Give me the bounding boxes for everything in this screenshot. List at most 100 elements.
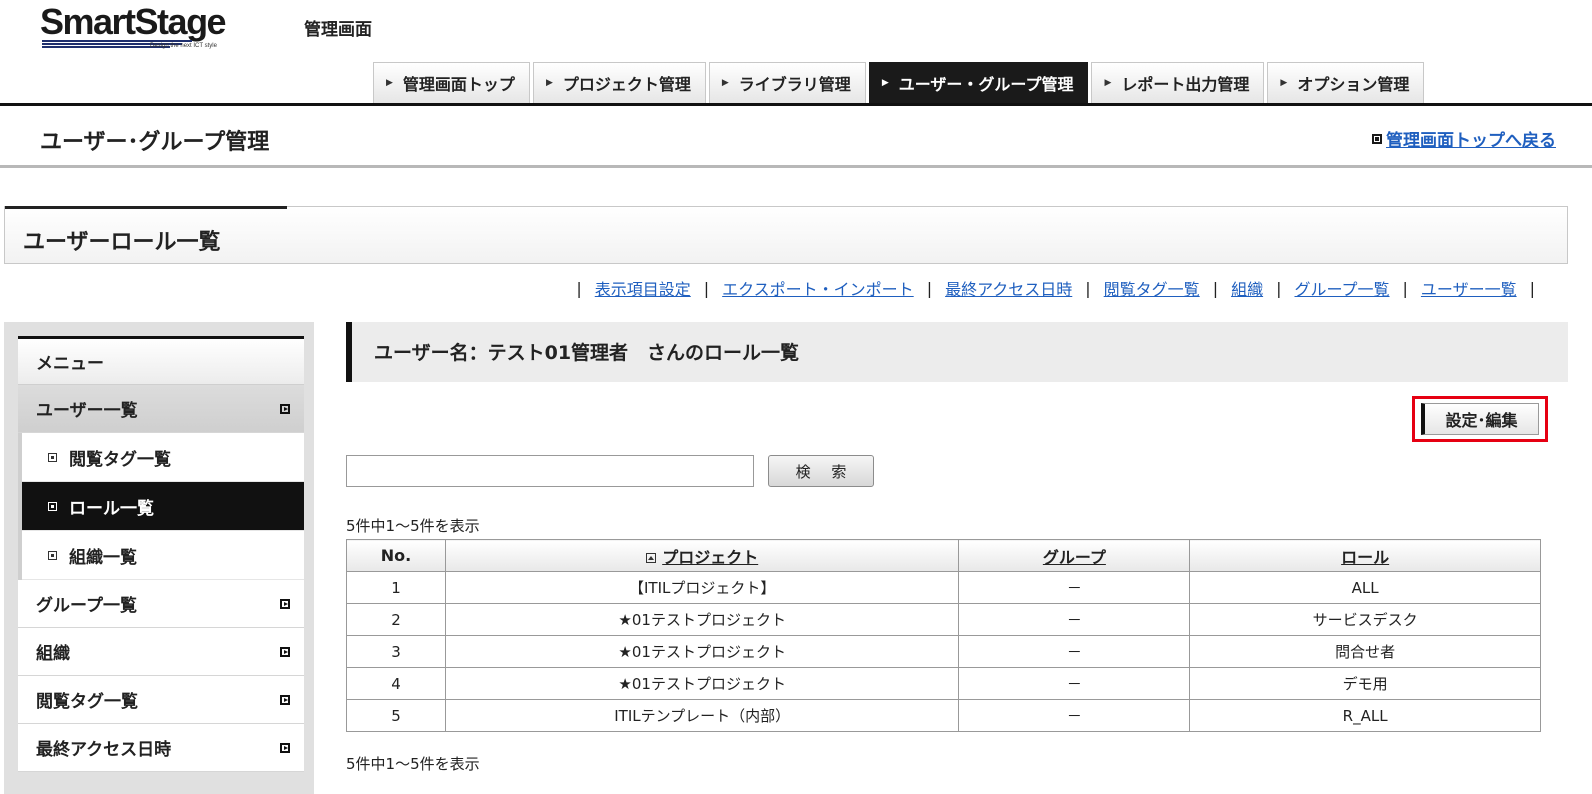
cell-role: R_ALL bbox=[1189, 699, 1541, 732]
link-separator: | bbox=[1529, 278, 1535, 298]
sidebar-item-label: ユーザー一覧 bbox=[36, 401, 138, 421]
link-organization[interactable]: 組織 bbox=[1231, 276, 1263, 300]
gnav-project-management[interactable]: ▶ プロジェクト管理 bbox=[532, 62, 706, 103]
link-view-tags[interactable]: 閲覧タグ一覧 bbox=[1104, 276, 1200, 300]
cell-project: ITILテンプレート（内部） bbox=[444, 699, 960, 732]
global-nav: ▶ 管理画面トップ ▶ プロジェクト管理 ▶ ライブラリ管理 ▶ ユーザー・グル… bbox=[373, 62, 1427, 103]
smartstage-logo[interactable]: SmartStage Design the next ICT style bbox=[40, 2, 240, 54]
cell-group: － bbox=[958, 603, 1191, 636]
sidebar-subitem-role-list[interactable]: ロール一覧 bbox=[22, 482, 304, 531]
sidebar-item-label: 閲覧タグ一覧 bbox=[36, 692, 138, 712]
table-row: 5 ITILテンプレート（内部） － R_ALL bbox=[346, 699, 1541, 732]
square-bullet-icon bbox=[48, 501, 57, 511]
back-link-label: 管理画面トップへ戻る bbox=[1386, 131, 1556, 151]
link-separator: | bbox=[1212, 278, 1219, 298]
logo-text: SmartStage bbox=[40, 1, 227, 42]
arrow-right-box-icon bbox=[280, 403, 290, 414]
sort-ascending-icon bbox=[646, 553, 657, 563]
link-separator: | bbox=[1402, 278, 1408, 298]
column-header-label: グループ bbox=[1042, 547, 1106, 567]
sidebar-subitem-label: 組織一覧 bbox=[69, 547, 137, 568]
section-accent-bar bbox=[5, 206, 287, 209]
sidebar-item-group-list[interactable]: グループ一覧 bbox=[18, 580, 304, 628]
sidebar-item-last-access[interactable]: 最終アクセス日時 bbox=[18, 724, 304, 772]
link-display-settings[interactable]: 表示項目設定 bbox=[595, 276, 691, 300]
cell-project: ★01テストプロジェクト bbox=[444, 603, 960, 636]
link-separator: | bbox=[926, 278, 933, 298]
column-header-label: ロール bbox=[1341, 547, 1390, 567]
cell-role: サービスデスク bbox=[1189, 603, 1541, 636]
sidebar-item-view-tags[interactable]: 閲覧タグ一覧 bbox=[18, 676, 304, 724]
gnav-library-management[interactable]: ▶ ライブラリ管理 bbox=[708, 62, 866, 103]
page-title-bar: ユーザー･グループ管理 管理画面トップへ戻る bbox=[0, 106, 1592, 168]
sidebar-menu: メニュー ユーザー一覧 閲覧タグ一覧 ロール一覧 組織一覧 グループ一覧 組織 … bbox=[18, 336, 304, 772]
sidebar-subitem-label: 閲覧タグ一覧 bbox=[69, 449, 171, 470]
settings-edit-button[interactable]: 設定･編集 bbox=[1421, 403, 1539, 435]
triangle-right-icon: ▶ bbox=[1280, 78, 1288, 88]
column-header-label: プロジェクト bbox=[662, 547, 759, 567]
sidebar-subitem-label: ロール一覧 bbox=[69, 498, 154, 519]
link-user-list[interactable]: ユーザー一覧 bbox=[1421, 276, 1517, 300]
gnav-user-group-management[interactable]: ▶ ユーザー・グループ管理 bbox=[868, 62, 1089, 103]
triangle-right-icon: ▶ bbox=[721, 78, 729, 88]
cell-role: ALL bbox=[1189, 571, 1541, 604]
gnav-label: ユーザー・グループ管理 bbox=[898, 75, 1074, 94]
menu-heading: メニュー bbox=[18, 339, 304, 385]
section-title: ユーザーロール一覧 bbox=[23, 230, 221, 255]
search-button[interactable]: 検 索 bbox=[768, 455, 874, 487]
cell-no: 1 bbox=[346, 571, 446, 604]
sidebar-subitem-organization-list[interactable]: 組織一覧 bbox=[22, 531, 304, 580]
sub-links: | 表示項目設定 | エクスポート・インポート | 最終アクセス日時 | 閲覧タ… bbox=[563, 276, 1548, 300]
cell-role: デモ用 bbox=[1189, 667, 1541, 700]
link-separator: | bbox=[1085, 278, 1091, 298]
column-header-role[interactable]: ロール bbox=[1189, 539, 1541, 572]
cell-project: 【ITILプロジェクト】 bbox=[444, 571, 960, 604]
edit-button-highlight: 設定･編集 bbox=[1412, 396, 1548, 442]
gnav-admin-top[interactable]: ▶ 管理画面トップ bbox=[373, 62, 530, 103]
sidebar-item-label: グループ一覧 bbox=[36, 596, 137, 616]
link-export-import[interactable]: エクスポート・インポート bbox=[722, 276, 914, 300]
link-separator: | bbox=[576, 278, 582, 298]
section-title-box: ユーザーロール一覧 bbox=[4, 206, 1568, 264]
admin-label: 管理画面 bbox=[304, 20, 372, 40]
sidebar-item-organization[interactable]: 組織 bbox=[18, 628, 304, 676]
sidebar-subitem-view-tags[interactable]: 閲覧タグ一覧 bbox=[22, 433, 304, 482]
arrow-right-box-icon bbox=[280, 598, 290, 609]
cell-no: 3 bbox=[346, 635, 446, 668]
user-list-submenu: 閲覧タグ一覧 ロール一覧 組織一覧 bbox=[18, 433, 304, 580]
arrow-right-box-icon bbox=[280, 694, 290, 705]
gnav-label: レポート出力管理 bbox=[1121, 75, 1250, 94]
cell-group: － bbox=[958, 699, 1191, 732]
sidebar-item-label: 組織 bbox=[36, 644, 70, 664]
cell-project: ★01テストプロジェクト bbox=[444, 635, 960, 668]
gnav-option-management[interactable]: ▶ オプション管理 bbox=[1267, 62, 1425, 103]
gnav-label: ライブラリ管理 bbox=[738, 75, 851, 94]
back-to-admin-top-link[interactable]: 管理画面トップへ戻る bbox=[1372, 126, 1556, 151]
cell-no: 4 bbox=[346, 667, 446, 700]
gnav-report-output-management[interactable]: ▶ レポート出力管理 bbox=[1091, 62, 1265, 103]
app-header: SmartStage Design the next ICT style 管理画… bbox=[0, 0, 1592, 106]
table-header-row: No. プロジェクト グループ ロール bbox=[346, 539, 1541, 572]
sidebar-item-label: 最終アクセス日時 bbox=[36, 740, 172, 760]
arrow-right-box-icon bbox=[280, 742, 290, 753]
table-row: 2 ★01テストプロジェクト － サービスデスク bbox=[346, 603, 1541, 636]
gnav-label: プロジェクト管理 bbox=[562, 75, 691, 94]
search-input[interactable] bbox=[346, 455, 754, 487]
cell-group: － bbox=[958, 667, 1191, 700]
cell-group: － bbox=[958, 635, 1191, 668]
triangle-right-icon: ▶ bbox=[1104, 78, 1112, 88]
triangle-right-icon: ▶ bbox=[881, 78, 889, 88]
cell-project: ★01テストプロジェクト bbox=[444, 667, 960, 700]
link-group-list[interactable]: グループ一覧 bbox=[1294, 276, 1389, 300]
table-row: 1 【ITILプロジェクト】 － ALL bbox=[346, 571, 1541, 604]
column-header-project[interactable]: プロジェクト bbox=[444, 539, 960, 572]
role-table: No. プロジェクト グループ ロール 1 【ITILプロジェクト】 － ALL… bbox=[346, 539, 1541, 732]
column-header-group[interactable]: グループ bbox=[958, 539, 1191, 572]
triangle-right-icon: ▶ bbox=[545, 78, 553, 88]
gnav-label: オプション管理 bbox=[1297, 75, 1410, 94]
arrow-right-box-icon bbox=[280, 646, 290, 657]
cell-no: 5 bbox=[346, 699, 446, 732]
sidebar-item-user-list[interactable]: ユーザー一覧 bbox=[18, 385, 304, 433]
link-last-access[interactable]: 最終アクセス日時 bbox=[945, 276, 1072, 300]
cell-no: 2 bbox=[346, 603, 446, 636]
